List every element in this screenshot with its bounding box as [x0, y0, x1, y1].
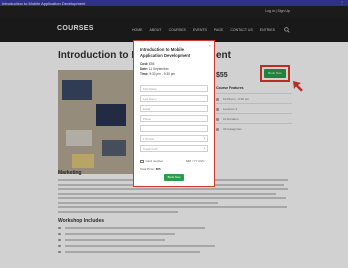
card-expiry-cvc[interactable]: MM / YY CVC — [186, 159, 205, 163]
persons-select[interactable]: 1 Person ▾ — [140, 135, 208, 142]
modal-cost: Cost: $55 — [140, 62, 155, 66]
phone-field[interactable]: Phone — [140, 115, 208, 122]
last-name-field[interactable]: Last Name — [140, 95, 208, 102]
payment-select[interactable]: Credit Card ▾ — [140, 145, 208, 152]
chevron-down-icon: ▾ — [203, 137, 205, 140]
chevron-down-icon: ▾ — [203, 147, 205, 150]
modal-time: Time: 9:30 pm - 9:30 pm — [140, 72, 176, 76]
booking-modal: × Introduction to Mobile Application Dev… — [133, 40, 215, 187]
modal-title: Introduction to Mobile Application Devel… — [140, 47, 191, 58]
modal-date: Date: 11 September — [140, 67, 169, 71]
card-input-row[interactable]: Card number MM / YY CVC — [140, 159, 208, 163]
submit-booking-button[interactable]: Book Now — [164, 174, 184, 181]
close-icon[interactable]: × — [209, 43, 211, 48]
credit-card-icon — [140, 159, 144, 163]
email-field[interactable]: Email — [140, 105, 208, 112]
address-field[interactable] — [140, 125, 208, 132]
first-name-field[interactable]: First Name — [140, 85, 208, 92]
total-price: Total Price: $55 — [140, 167, 161, 171]
